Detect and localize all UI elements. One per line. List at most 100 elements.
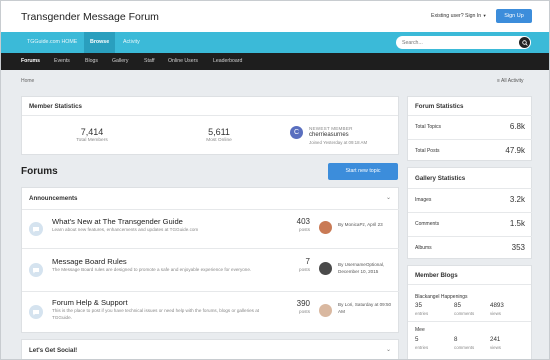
chat-bubble-icon [29, 222, 43, 236]
chat-bubble-icon [29, 263, 43, 277]
divider [408, 284, 531, 285]
stat-value: 353 [511, 243, 525, 252]
forum-statistics-title: Forum Statistics [415, 103, 464, 110]
member-blogs-title: Member Blogs [415, 272, 458, 279]
subnav-item-leaderboard[interactable]: Leaderboard [213, 53, 242, 70]
forum-row: Message Board Rules The Message Board ru… [22, 248, 399, 291]
sign-in-link[interactable]: Existing user? Sign In ▼ [431, 13, 487, 19]
lets-get-social-card: Let's Get Social! ⌄ [21, 339, 399, 359]
chevron-down-icon: ▼ [482, 13, 487, 18]
newest-member-joined: Joined Yesterday at 09:18 AM [309, 140, 368, 145]
post-count: 403 [296, 217, 310, 226]
sign-up-button[interactable]: Sign Up [496, 9, 532, 23]
stat-label: Total Topics [415, 124, 442, 130]
forum-row: Forum Help & Support This is the place t… [22, 291, 399, 333]
gallery-statistics-card: Gallery Statistics Images 3.2k Comments … [407, 167, 532, 259]
all-activity-label: All Activity [501, 78, 524, 84]
last-post-info[interactable]: By UsernameOptional, December 10, 2015 [338, 262, 398, 275]
blog-comments-label: comments [454, 311, 475, 316]
subnav-item-forums[interactable]: Forums [21, 53, 40, 70]
site-header: Transgender Message Forum Existing user?… [1, 1, 549, 32]
blog-entries-count: 5 [415, 336, 419, 343]
most-online-value: 5,611 [208, 127, 230, 137]
stat-row: Images 3.2k [408, 188, 532, 212]
divider [22, 115, 398, 116]
blog-entries-label: entries [415, 345, 429, 350]
secondary-nav: Forums Events Blogs Gallery Staff Online… [1, 53, 549, 70]
avatar[interactable] [319, 304, 332, 317]
breadcrumb[interactable]: Home [21, 78, 34, 84]
subnav-item-online-users[interactable]: Online Users [168, 53, 198, 70]
forum-title[interactable]: Message Board Rules [52, 257, 127, 266]
stat-row: Total Topics 6.8k [408, 115, 532, 139]
blog-title[interactable]: Blackangel Happenings [415, 294, 468, 300]
section-title-lets-get-social[interactable]: Let's Get Social! [29, 347, 77, 354]
post-count-label: posts [299, 267, 310, 272]
blog-views-label: views [490, 345, 501, 350]
chevron-down-icon[interactable]: ⌄ [386, 194, 391, 201]
blog-entries-label: entries [415, 311, 429, 316]
blog-views-count: 4893 [490, 302, 504, 309]
avatar[interactable] [319, 262, 332, 275]
subnav-item-blogs[interactable]: Blogs [85, 53, 98, 70]
all-activity-link[interactable]: ≡ All Activity [497, 78, 524, 84]
stat-value: 1.5k [509, 219, 525, 228]
blog-views-count: 241 [490, 336, 501, 343]
avatar[interactable] [319, 221, 332, 234]
section-title-announcements[interactable]: Announcements [29, 195, 77, 202]
total-members-label: Total Members [76, 138, 108, 143]
blog-comments-count: 85 [454, 302, 461, 309]
forum-title[interactable]: What's New at The Transgender Guide [52, 217, 183, 226]
chevron-down-icon[interactable]: ⌄ [386, 346, 391, 353]
newest-member-avatar[interactable]: C [290, 126, 303, 139]
subnav-item-staff[interactable]: Staff [144, 53, 155, 70]
subnav-item-gallery[interactable]: Gallery [112, 53, 128, 70]
forum-statistics-card: Forum Statistics Total Topics 6.8k Total… [407, 96, 532, 161]
member-statistics-title: Member Statistics [29, 103, 82, 110]
stat-row: Comments 1.5k [408, 212, 532, 236]
forum-description: The Message Board rules are designed to … [52, 267, 252, 272]
newest-member-name[interactable]: cherrieasurnes [309, 132, 349, 138]
divider [408, 321, 531, 322]
member-statistics-card: Member Statistics 7,414 Total Members 5,… [21, 96, 399, 155]
forum-description: This is the place to post if you have te… [52, 308, 260, 320]
nav-item-home[interactable]: TGGuide.com HOME [21, 32, 83, 53]
stat-label: Images [415, 197, 432, 203]
most-online-label: Most Online [206, 138, 232, 143]
stat-row: Albums 353 [408, 236, 532, 260]
start-new-topic-button[interactable]: Start new topic [328, 163, 398, 180]
stat-label: Albums [415, 245, 432, 251]
stat-value: 3.2k [509, 195, 525, 204]
subnav-item-events[interactable]: Events [54, 53, 70, 70]
total-members-value: 7,414 [80, 127, 104, 137]
member-blogs-card: Member Blogs Blackangel Happenings 35 en… [407, 265, 532, 359]
primary-nav: TGGuide.com HOME Browse Activity [1, 32, 549, 53]
nav-item-activity[interactable]: Activity [117, 32, 146, 53]
stat-label: Comments [415, 221, 440, 227]
post-count: 7 [305, 257, 310, 266]
blog-views-label: views [490, 311, 501, 316]
site-title[interactable]: Transgender Message Forum [21, 11, 159, 23]
gallery-statistics-title: Gallery Statistics [415, 175, 466, 182]
post-count-label: posts [299, 309, 310, 314]
post-count: 390 [296, 299, 310, 308]
search-bar [396, 36, 531, 49]
rss-icon: ≡ [497, 78, 500, 84]
nav-item-browse[interactable]: Browse [84, 32, 116, 53]
stat-value: 6.8k [509, 122, 525, 131]
blog-entries-count: 35 [415, 302, 422, 309]
search-input[interactable] [402, 36, 512, 49]
stat-row: Total Posts 47.9k [408, 139, 532, 163]
post-count-label: posts [299, 227, 310, 232]
forum-title[interactable]: Forum Help & Support [52, 298, 128, 307]
blog-comments-label: comments [454, 345, 475, 350]
last-post-info[interactable]: By Lori, Saturday at 09:50 AM [338, 302, 398, 315]
blog-title[interactable]: Mee [415, 327, 425, 333]
search-icon [521, 39, 528, 46]
chat-bubble-icon [29, 305, 43, 319]
search-button[interactable] [519, 37, 530, 48]
newest-member-label: NEWEST MEMBER [309, 126, 353, 131]
last-post-info[interactable]: By MonicaPz, April 23 [338, 222, 398, 229]
stat-value: 47.9k [505, 146, 525, 155]
blog-comments-count: 8 [454, 336, 458, 343]
